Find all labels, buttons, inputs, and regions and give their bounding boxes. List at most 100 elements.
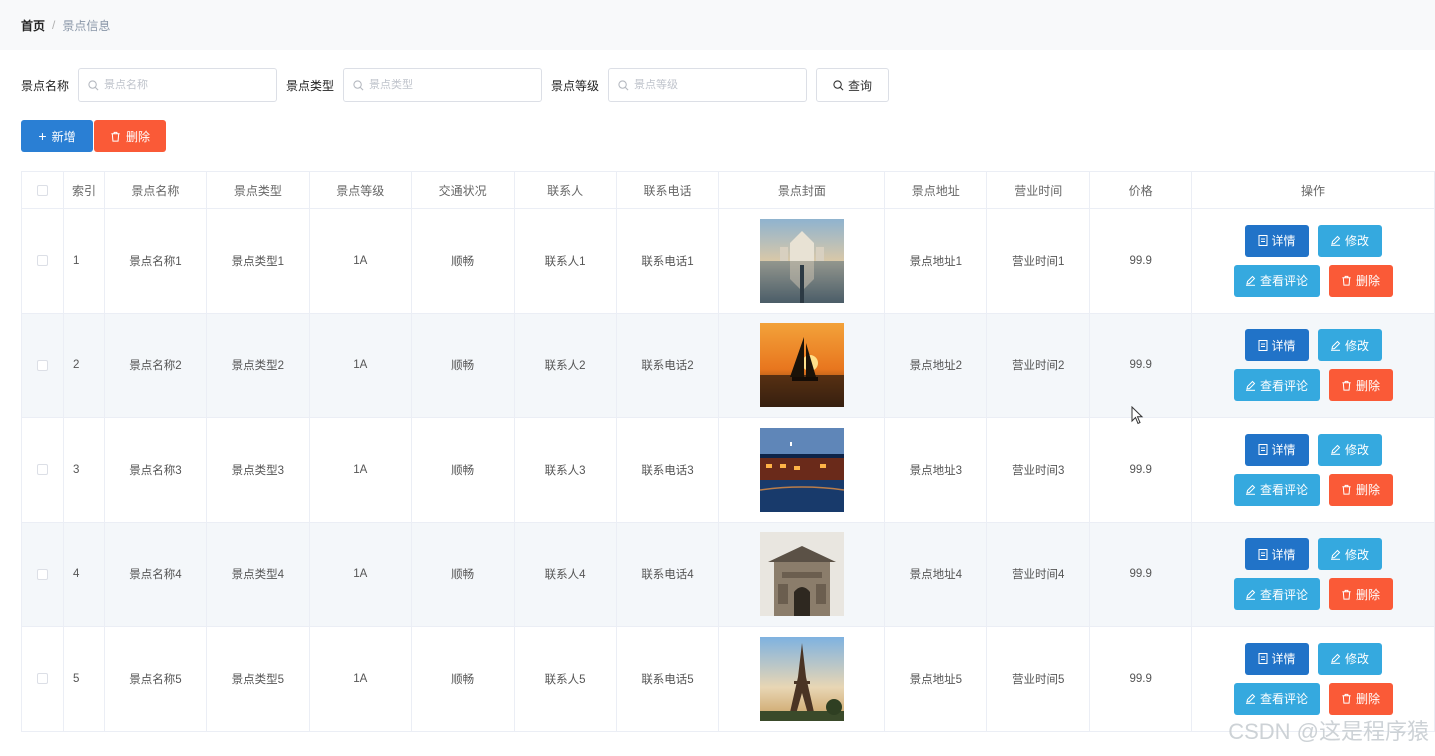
breadcrumb-home[interactable]: 首页	[21, 17, 45, 34]
cover-cell	[719, 209, 886, 313]
column-header[interactable]: 景点地址	[885, 172, 988, 208]
edit-icon	[1246, 380, 1256, 391]
cell-phone: 联系电话2	[617, 313, 720, 417]
detail-button[interactable]: 详情	[1244, 538, 1309, 571]
delete-button[interactable]: 删除	[1328, 264, 1393, 297]
edit-button[interactable]: 修改	[1317, 433, 1382, 466]
row-checkbox[interactable]	[36, 568, 48, 580]
edit-icon	[1246, 694, 1256, 705]
cell-phone: 联系电话5	[617, 627, 720, 731]
delete-button[interactable]: 删除	[1328, 369, 1393, 402]
detail-button[interactable]: 详情	[1244, 433, 1309, 466]
detail-button[interactable]: 详情	[1244, 329, 1309, 362]
row-checkbox[interactable]	[36, 464, 48, 476]
edit-label: 修改	[1345, 338, 1370, 353]
delete-label: 删除	[1356, 483, 1381, 498]
level-filter-field[interactable]	[608, 68, 808, 102]
cell-price: 99.9	[1090, 209, 1193, 313]
view-comments-button[interactable]: 查看评论	[1233, 264, 1320, 297]
select-all-cell[interactable]	[22, 172, 64, 208]
add-button[interactable]: + 新增	[21, 120, 93, 152]
select-all-checkbox[interactable]	[36, 184, 48, 196]
name-filter-input[interactable]	[104, 79, 265, 91]
column-header[interactable]: 景点封面	[719, 172, 886, 208]
delete-button[interactable]: 删除	[1328, 473, 1393, 506]
column-header[interactable]: 联系电话	[617, 172, 720, 208]
cell-hours: 营业时间3	[987, 418, 1091, 522]
cover-image[interactable]	[759, 218, 844, 303]
column-header[interactable]: 营业时间	[987, 172, 1091, 208]
document-icon	[1258, 339, 1268, 351]
edit-icon	[1331, 236, 1341, 247]
cell-price: 99.9	[1090, 522, 1193, 626]
view-comments-button[interactable]: 查看评论	[1233, 369, 1320, 402]
edit-label: 修改	[1345, 547, 1370, 562]
edit-button[interactable]: 修改	[1317, 538, 1382, 571]
row-select-cell[interactable]	[22, 418, 64, 522]
row-checkbox[interactable]	[36, 255, 48, 267]
type-filter-field[interactable]	[343, 68, 543, 102]
batch-delete-button[interactable]: 删除	[94, 120, 166, 152]
edit-icon	[1246, 276, 1256, 287]
column-header[interactable]: 景点类型	[207, 172, 310, 208]
cell-type: 景点类型2	[207, 313, 310, 417]
cover-image[interactable]	[759, 427, 844, 512]
trash-icon	[1342, 380, 1351, 391]
column-header[interactable]: 景点等级	[310, 172, 412, 208]
row-checkbox[interactable]	[36, 359, 48, 371]
trash-icon	[1342, 589, 1351, 600]
detail-button[interactable]: 详情	[1244, 224, 1309, 257]
name-filter-field[interactable]	[78, 68, 278, 102]
column-header[interactable]: 景点名称	[105, 172, 207, 208]
view-comments-button[interactable]: 查看评论	[1233, 473, 1320, 506]
cell-level: 1A	[310, 209, 412, 313]
type-filter-input[interactable]	[369, 79, 530, 91]
edit-button[interactable]: 修改	[1317, 329, 1382, 362]
edit-icon	[1246, 589, 1256, 600]
cell-name: 景点名称1	[105, 209, 207, 313]
delete-label: 删除	[1356, 274, 1381, 289]
column-header[interactable]: 交通状况	[412, 172, 515, 208]
cell-name: 景点名称2	[105, 313, 207, 417]
table-body: 1 景点名称1 景点类型1 1A 顺畅 联系人1 联系电话1 景点地址1 营业时间1 99.9 详…	[22, 209, 1435, 732]
level-filter-input[interactable]	[634, 79, 795, 91]
detail-button[interactable]: 详情	[1244, 642, 1309, 675]
cell-index: 5	[64, 627, 105, 731]
document-icon	[1258, 653, 1268, 665]
cell-type: 景点类型4	[207, 522, 310, 626]
cell-price: 99.9	[1090, 627, 1193, 731]
edit-button[interactable]: 修改	[1317, 642, 1382, 675]
cell-hours: 营业时间1	[987, 209, 1091, 313]
column-header[interactable]: 索引	[64, 172, 105, 208]
row-checkbox[interactable]	[36, 673, 48, 685]
cell-index: 1	[64, 209, 105, 313]
cell-address: 景点地址4	[885, 522, 988, 626]
delete-label: 删除	[1356, 587, 1381, 602]
breadcrumb-current: 景点信息	[62, 18, 111, 33]
delete-button[interactable]: 删除	[1328, 578, 1393, 611]
row-select-cell[interactable]	[22, 522, 64, 626]
cell-name: 景点名称5	[105, 627, 207, 731]
cover-image[interactable]	[759, 323, 844, 408]
search-icon	[353, 79, 364, 90]
search-icon	[833, 79, 844, 90]
cell-contact: 联系人4	[515, 522, 617, 626]
query-button[interactable]: 查询	[816, 68, 890, 102]
row-select-cell[interactable]	[22, 627, 64, 731]
detail-label: 详情	[1271, 652, 1296, 667]
view-comments-button[interactable]: 查看评论	[1233, 578, 1320, 611]
row-select-cell[interactable]	[22, 209, 64, 313]
detail-label: 详情	[1271, 547, 1296, 562]
cover-image[interactable]	[759, 636, 844, 721]
view-comments-button[interactable]: 查看评论	[1233, 682, 1320, 715]
row-select-cell[interactable]	[22, 313, 64, 417]
column-header[interactable]: 价格	[1090, 172, 1193, 208]
cell-traffic: 顺畅	[412, 209, 515, 313]
search-form: 景点名称 景点类型 景点等级 查询	[21, 68, 890, 102]
edit-button[interactable]: 修改	[1317, 224, 1382, 257]
column-header[interactable]: 联系人	[515, 172, 617, 208]
cell-hours: 营业时间5	[987, 627, 1091, 731]
delete-button[interactable]: 删除	[1328, 682, 1393, 715]
cover-image[interactable]	[759, 532, 844, 617]
edit-label: 修改	[1345, 443, 1370, 458]
